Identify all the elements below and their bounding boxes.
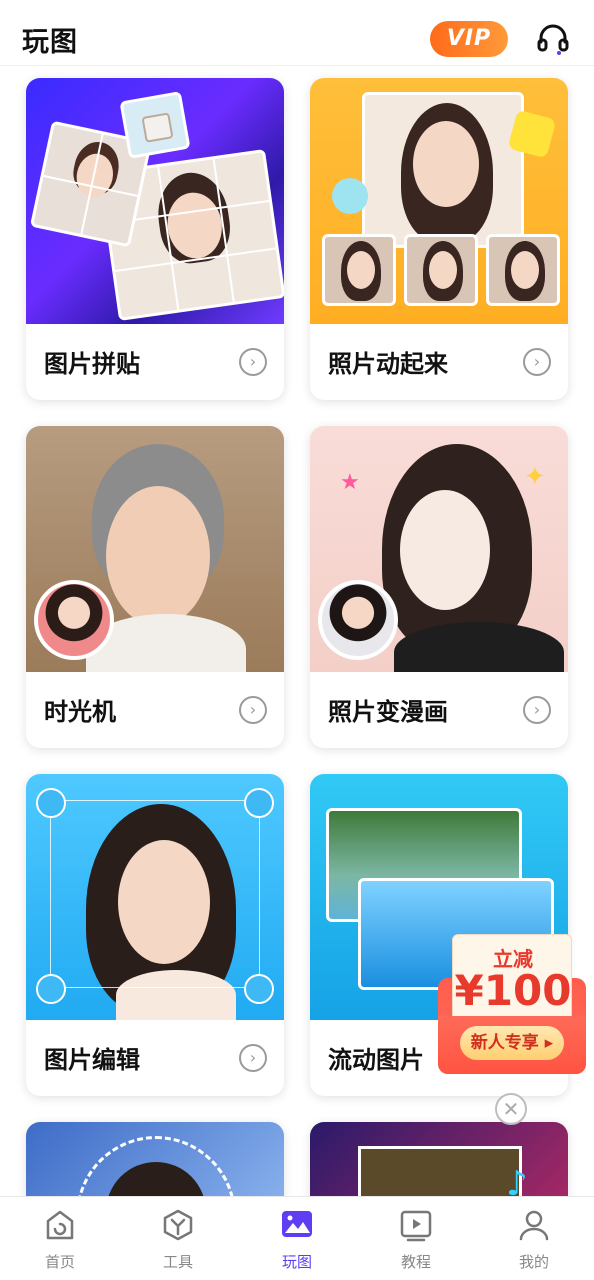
card-label: 图片拼贴 bbox=[44, 350, 140, 378]
top-bar: 玩图 VIP bbox=[0, 0, 594, 66]
card-label: 照片变漫画 bbox=[328, 698, 448, 726]
chevron-right-icon[interactable]: › bbox=[239, 348, 267, 376]
tools-icon bbox=[163, 1209, 193, 1241]
vip-button[interactable]: VIP bbox=[430, 21, 508, 57]
chevron-right-icon[interactable]: › bbox=[523, 696, 551, 724]
video-tutorial-icon bbox=[400, 1210, 432, 1242]
profile-icon bbox=[519, 1210, 549, 1241]
promo-amount: ¥100 bbox=[454, 966, 572, 1015]
chevron-right-icon[interactable]: › bbox=[239, 696, 267, 724]
close-icon[interactable]: ✕ bbox=[495, 1093, 527, 1125]
music-note-icon: ♪ bbox=[506, 1164, 528, 1196]
adjust-icon[interactable] bbox=[36, 788, 66, 818]
chevron-right-icon[interactable]: › bbox=[239, 1044, 267, 1072]
card-time-machine[interactable]: 时光机 › bbox=[26, 426, 284, 748]
card-label: 流动图片 bbox=[328, 1046, 424, 1074]
sparkle-decoration: ✦ bbox=[524, 462, 546, 492]
chevron-right-icon[interactable]: › bbox=[523, 348, 551, 376]
card-photo-collage[interactable]: 图片拼贴 › bbox=[26, 78, 284, 400]
star-decoration: ★ bbox=[340, 470, 360, 495]
animate-photo bbox=[486, 234, 560, 306]
card-photo-comic[interactable]: ★ ✦ 照片变漫画 › bbox=[310, 426, 568, 748]
card-partial[interactable]: ♪ bbox=[310, 1122, 568, 1196]
promo-claim-button[interactable]: 新人专享 ▸ bbox=[460, 1026, 564, 1060]
animate-photo bbox=[404, 234, 478, 306]
partial-thumbnail bbox=[26, 1122, 284, 1196]
tab-label: 玩图 bbox=[281, 1253, 312, 1271]
tab-home[interactable]: 首页 bbox=[20, 1207, 100, 1275]
animate-photo bbox=[322, 234, 396, 306]
tab-profile[interactable]: 我的 bbox=[494, 1207, 574, 1275]
image-play-icon bbox=[282, 1211, 312, 1237]
home-icon bbox=[46, 1210, 74, 1240]
tab-play-image[interactable]: 玩图 bbox=[257, 1207, 337, 1275]
collage-thumbnail bbox=[26, 78, 284, 324]
animate-photo bbox=[362, 92, 524, 248]
tab-tutorial[interactable]: 教程 bbox=[376, 1207, 456, 1275]
card-label: 图片编辑 bbox=[44, 1046, 140, 1074]
headset-icon[interactable] bbox=[536, 22, 570, 56]
card-photo-animate[interactable]: 照片动起来 › bbox=[310, 78, 568, 400]
layers-icon[interactable] bbox=[244, 974, 274, 1004]
tab-tools[interactable]: 工具 bbox=[138, 1207, 218, 1275]
bottom-tab-bar: 首页 工具 玩图 教程 我的 bbox=[0, 1196, 594, 1280]
card-partial[interactable] bbox=[26, 1122, 284, 1196]
tab-label: 我的 bbox=[518, 1253, 549, 1271]
card-label: 时光机 bbox=[44, 698, 116, 726]
tab-label: 工具 bbox=[162, 1253, 193, 1271]
new-user-promo[interactable]: 立减 ¥100 新人专享 ▸ bbox=[438, 934, 586, 1074]
page-title: 玩图 bbox=[22, 27, 78, 58]
coupon-ticket: 立减 ¥100 bbox=[452, 934, 572, 1022]
time-machine-thumbnail bbox=[26, 426, 284, 672]
collage-photo bbox=[119, 91, 191, 159]
partial-thumbnail: ♪ bbox=[310, 1122, 568, 1196]
card-photo-edit[interactable]: 图片编辑 › bbox=[26, 774, 284, 1096]
crop-icon[interactable] bbox=[36, 974, 66, 1004]
avatar bbox=[34, 580, 114, 660]
drop-icon[interactable] bbox=[244, 788, 274, 818]
tab-label: 教程 bbox=[400, 1253, 431, 1271]
tab-label: 首页 bbox=[44, 1253, 75, 1271]
bubble-decoration bbox=[332, 178, 368, 214]
animate-thumbnail bbox=[310, 78, 568, 324]
comic-thumbnail: ★ ✦ bbox=[310, 426, 568, 672]
card-label: 照片动起来 bbox=[328, 350, 448, 378]
avatar bbox=[318, 580, 398, 660]
edit-thumbnail bbox=[26, 774, 284, 1020]
